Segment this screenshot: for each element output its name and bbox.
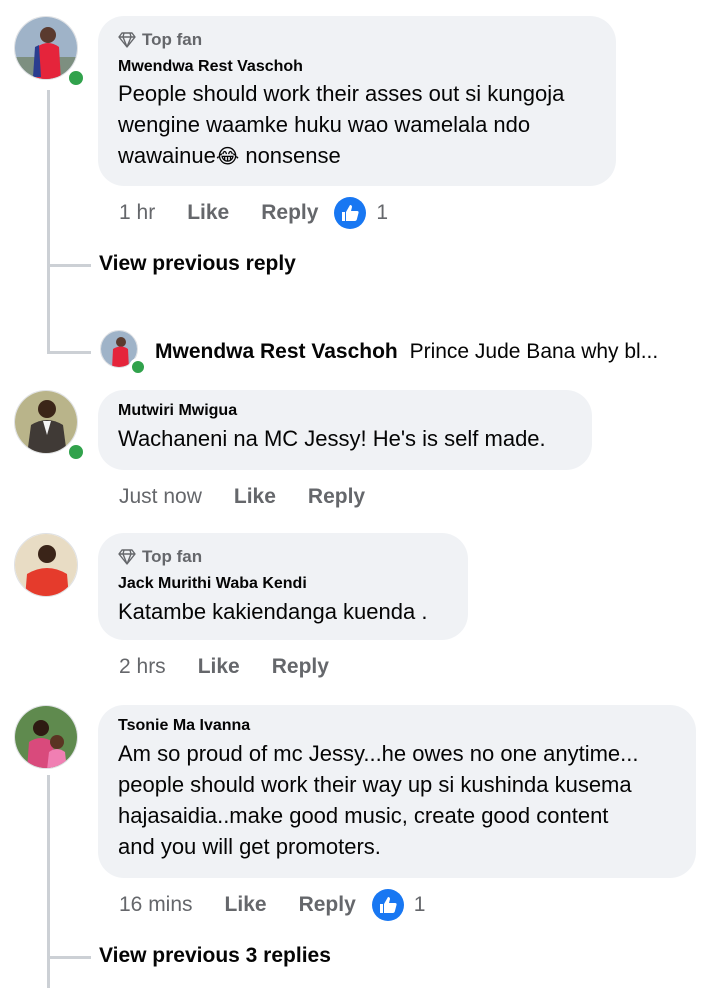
diamond-icon xyxy=(118,549,136,565)
online-indicator xyxy=(129,358,147,376)
comment-author[interactable]: Mwendwa Rest Vaschoh xyxy=(118,58,596,76)
comment-author[interactable]: Jack Murithi Waba Kendi xyxy=(118,575,448,593)
like-button[interactable]: Like xyxy=(234,485,276,509)
reply-button[interactable]: Reply xyxy=(299,893,356,917)
thread-connector-4 xyxy=(47,956,91,959)
like-button[interactable]: Like xyxy=(198,655,240,679)
reply-button[interactable]: Reply xyxy=(272,655,329,679)
comment-actions: 16 mins Like Reply 1 xyxy=(119,888,425,922)
comment-text: Am so proud of mc Jessy...he owes no one… xyxy=(118,741,639,859)
like-button[interactable]: Like xyxy=(225,893,267,917)
view-previous-reply-link[interactable]: View previous reply xyxy=(99,252,296,276)
timestamp[interactable]: 1 hr xyxy=(119,201,155,225)
timestamp[interactable]: 2 hrs xyxy=(119,655,166,679)
comment-text: People should work their asses out si ku… xyxy=(118,81,565,168)
comment-text: Katambe kakiendanga kuenda . xyxy=(118,599,428,624)
thumbs-up-icon[interactable] xyxy=(371,889,404,921)
comment-bubble: Mutwiri Mwigua Wachaneni na MC Jessy! He… xyxy=(98,390,592,470)
timestamp[interactable]: Just now xyxy=(119,485,202,509)
comment-text: Wachaneni na MC Jessy! He's is self made… xyxy=(118,426,546,451)
comment-bubble: Top fan Jack Murithi Waba Kendi Katambe … xyxy=(98,533,468,640)
online-indicator xyxy=(66,68,86,88)
comment-actions: 1 hr Like Reply 1 xyxy=(119,196,388,230)
reply-button[interactable]: Reply xyxy=(261,201,318,225)
reaction-count[interactable]: 1 xyxy=(414,893,426,917)
comment-actions: 2 hrs Like Reply xyxy=(119,652,329,682)
avatar[interactable] xyxy=(14,705,78,769)
comment-author[interactable]: Mutwiri Mwigua xyxy=(118,402,572,420)
thread-connector-2 xyxy=(47,351,91,354)
reaction-count[interactable]: 1 xyxy=(376,201,388,225)
thumbs-up-icon[interactable] xyxy=(334,197,367,229)
comment-actions: Just now Like Reply xyxy=(119,482,365,512)
online-indicator xyxy=(66,442,86,462)
badge-label: Top fan xyxy=(142,547,203,566)
diamond-icon xyxy=(118,32,136,48)
top-fan-badge: Top fan xyxy=(118,28,596,52)
badge-label: Top fan xyxy=(142,30,203,49)
laughing-emoji: 😂 xyxy=(215,146,240,168)
reply-button[interactable]: Reply xyxy=(308,485,365,509)
top-fan-badge: Top fan xyxy=(118,545,448,569)
reply-author[interactable]: Mwendwa Rest Vaschoh xyxy=(155,340,398,363)
comment-author[interactable]: Tsonie Ma Ivanna xyxy=(118,717,676,735)
timestamp[interactable]: 16 mins xyxy=(119,893,193,917)
avatar[interactable] xyxy=(14,533,78,597)
thread-line-1 xyxy=(47,90,50,354)
reply-text: Prince Jude Bana why bl... xyxy=(409,340,659,363)
view-previous-replies-link[interactable]: View previous 3 replies xyxy=(99,944,331,968)
thread-connector-1 xyxy=(47,264,91,267)
comment-bubble: Top fan Mwendwa Rest Vaschoh People shou… xyxy=(98,16,616,186)
like-button[interactable]: Like xyxy=(187,201,229,225)
reply-preview[interactable]: Mwendwa Rest Vaschoh Prince Jude Bana wh… xyxy=(155,340,658,364)
comment-bubble: Tsonie Ma Ivanna Am so proud of mc Jessy… xyxy=(98,705,696,878)
